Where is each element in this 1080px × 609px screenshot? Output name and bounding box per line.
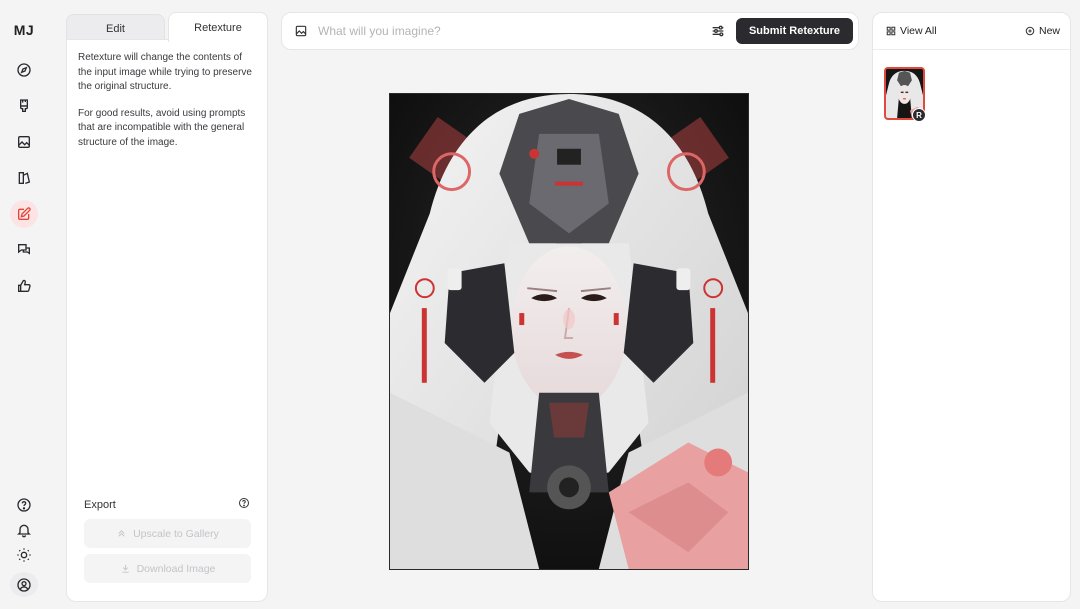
retexture-description: Retexture will change the contents of th… xyxy=(78,52,252,92)
tab-edit[interactable]: Edit xyxy=(66,14,165,42)
rail-bottom xyxy=(0,492,48,597)
account-icon[interactable] xyxy=(10,572,38,597)
upscale-to-gallery-button[interactable]: Upscale to Gallery xyxy=(84,519,251,548)
upscale-chevrons-icon xyxy=(118,530,125,537)
left-rail: MJ xyxy=(0,0,48,609)
rail-nav xyxy=(10,56,38,300)
export-help-icon[interactable] xyxy=(238,497,250,512)
chat-icon[interactable] xyxy=(10,236,38,264)
export-header: Export xyxy=(84,497,250,512)
prompt-input[interactable] xyxy=(318,24,710,38)
theme-sun-icon[interactable] xyxy=(10,542,38,567)
app-logo[interactable]: MJ xyxy=(14,22,34,38)
new-label: New xyxy=(1038,25,1060,37)
plus-circle-icon xyxy=(1025,26,1035,36)
retexture-badge: R xyxy=(912,108,926,122)
history-header: View All New xyxy=(873,13,1070,50)
view-all-label: View All xyxy=(900,25,937,37)
edit-icon[interactable] xyxy=(10,200,38,228)
retexture-tip: For good results, avoid using prompts th… xyxy=(78,107,246,148)
download-label: Download Image xyxy=(136,562,216,575)
input-image-preview[interactable] xyxy=(389,93,749,570)
new-button[interactable]: New xyxy=(1025,25,1060,37)
explore-icon[interactable] xyxy=(10,56,38,84)
create-brush-icon[interactable] xyxy=(10,92,38,120)
download-icon xyxy=(121,564,129,573)
tab-retexture[interactable]: Retexture xyxy=(168,12,268,42)
portrait-artwork xyxy=(390,94,748,569)
prompt-bar: Submit Retexture xyxy=(281,12,859,50)
panel-body: Retexture will change the contents of th… xyxy=(66,39,268,602)
rate-thumbs-up-icon[interactable] xyxy=(10,272,38,300)
upscale-label: Upscale to Gallery xyxy=(133,527,219,540)
gallery-image-icon[interactable] xyxy=(10,128,38,156)
settings-sliders-icon[interactable] xyxy=(710,23,726,39)
help-icon[interactable] xyxy=(10,492,38,517)
download-image-button[interactable]: Download Image xyxy=(84,554,251,583)
history-panel: View All New R xyxy=(872,12,1071,602)
grid-icon xyxy=(886,26,896,36)
notification-bell-icon[interactable] xyxy=(10,517,38,542)
retexture-panel: Edit Retexture Retexture will change the… xyxy=(66,12,268,602)
mode-tabs: Edit Retexture xyxy=(66,12,268,42)
export-label: Export xyxy=(84,498,116,511)
add-image-icon[interactable] xyxy=(294,24,308,38)
organize-icon[interactable] xyxy=(10,164,38,192)
view-all-button[interactable]: View All xyxy=(886,25,937,37)
submit-retexture-button[interactable]: Submit Retexture xyxy=(736,18,853,44)
